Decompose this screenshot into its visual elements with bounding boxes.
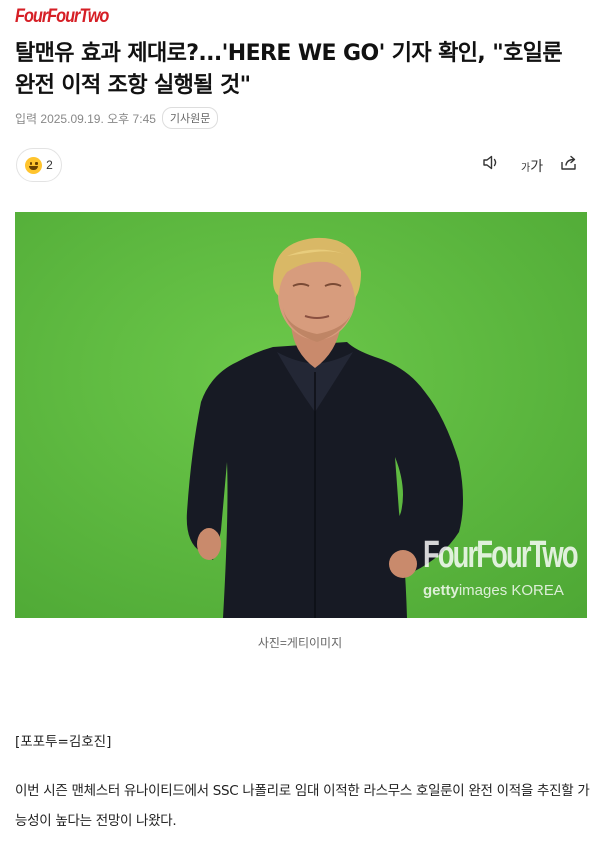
font-size-big-glyph: 가 bbox=[530, 158, 544, 174]
article-photo: FourFourTwo gettyimages KOREA bbox=[15, 212, 587, 618]
article-byline: [포포투=김호진] bbox=[15, 734, 112, 750]
getty-watermark-bold: getty bbox=[423, 582, 459, 599]
audio-button[interactable] bbox=[482, 154, 501, 171]
original-article-button[interactable]: 기사원문 bbox=[161, 107, 219, 129]
getty-watermark: gettyimages KOREA bbox=[423, 582, 564, 599]
font-size-button[interactable]: 가 가 bbox=[521, 156, 543, 176]
share-button[interactable] bbox=[559, 154, 578, 171]
reaction-button[interactable]: 2 bbox=[16, 148, 62, 182]
reaction-count: 2 bbox=[46, 158, 53, 172]
font-size-small-glyph: 가 bbox=[521, 162, 531, 174]
published-date: 입력 2025.09.19. 오후 7:45 bbox=[15, 111, 156, 126]
article-body-paragraph: 이번 시즌 맨체스터 유나이티드에서 SSC 나폴리로 임대 이적한 라스무스 … bbox=[15, 783, 590, 829]
site-logo[interactable]: FourFourTwo bbox=[15, 6, 109, 28]
grinning-emoji-icon bbox=[25, 156, 43, 174]
share-icon bbox=[561, 155, 576, 170]
article-meta: 입력 2025.09.19. 오후 7:45 기사원문 bbox=[15, 107, 219, 129]
fourfourtwo-watermark: FourFourTwo bbox=[423, 534, 579, 576]
photo-caption: 사진=게티이미지 bbox=[257, 636, 343, 650]
getty-watermark-rest: images KOREA bbox=[458, 582, 564, 599]
speaker-icon bbox=[483, 155, 497, 170]
article-headline: 탈맨유 효과 제대로?...'HERE WE GO' 기자 확인, "호일룬 완… bbox=[15, 41, 563, 98]
